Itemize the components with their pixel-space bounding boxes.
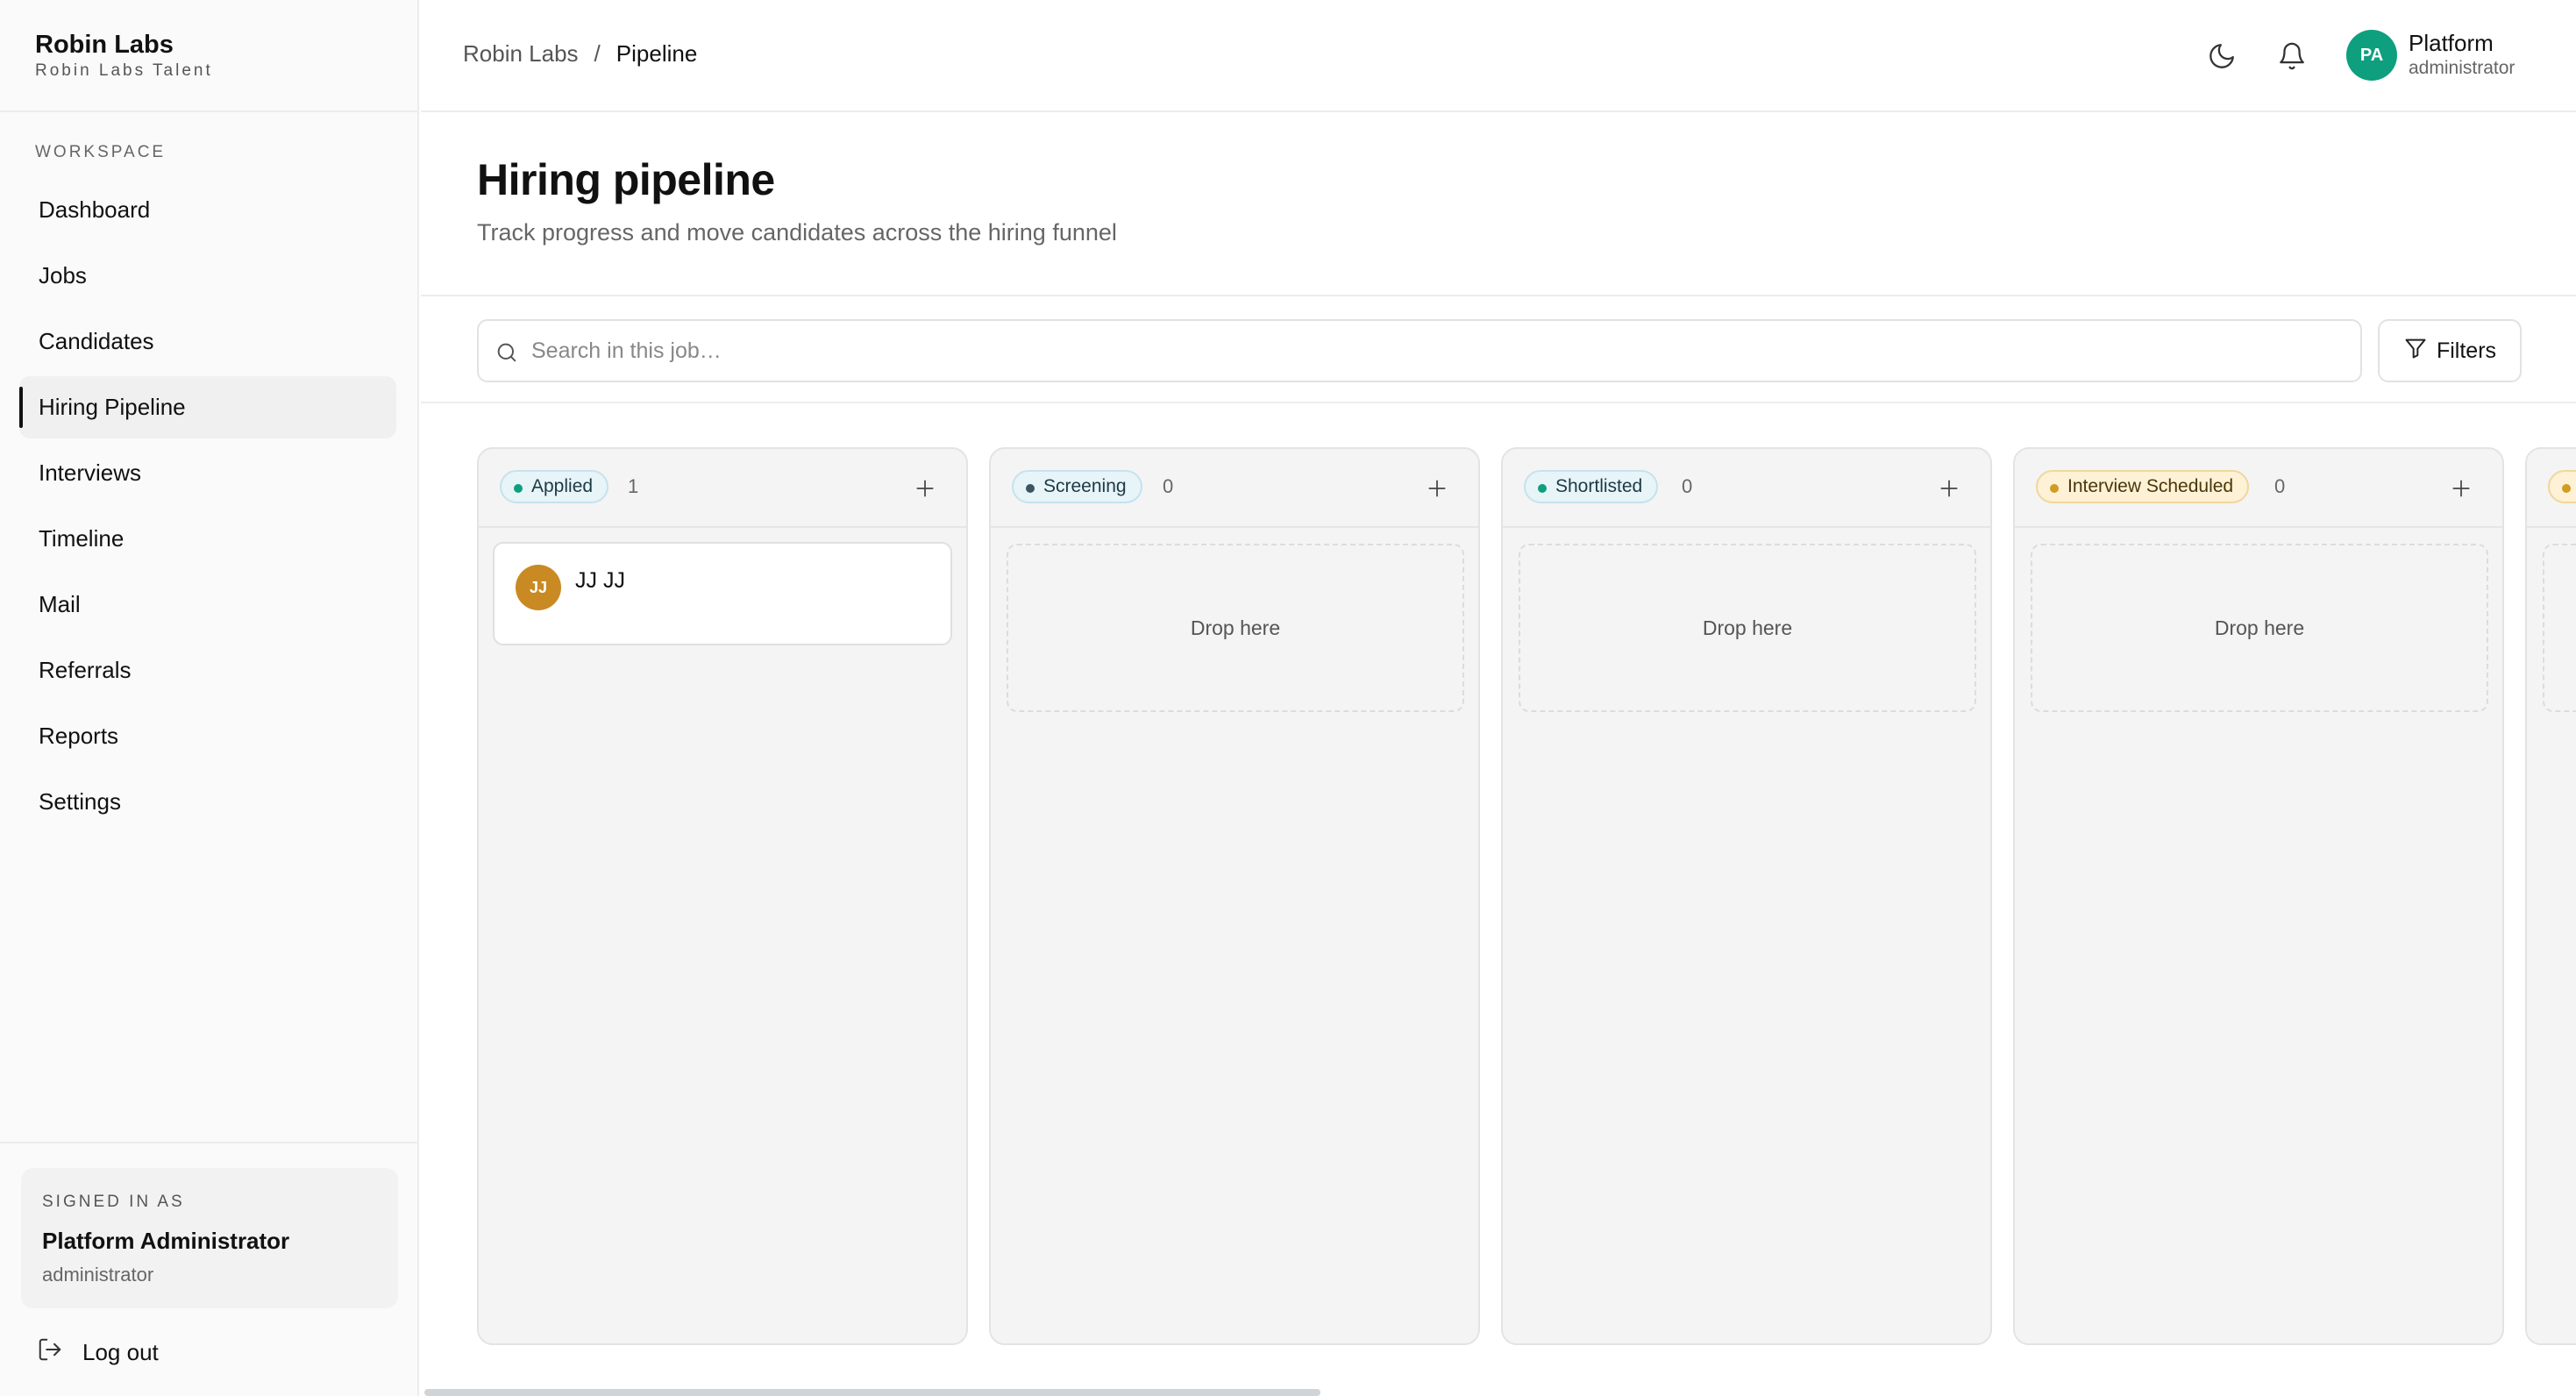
sidebar: Robin Labs Robin Labs Talent WORKSPACE D… — [0, 0, 419, 1396]
sidebar-item-jobs[interactable]: Jobs — [19, 245, 396, 307]
column-header: Interview Scheduled 0 — [2015, 449, 2502, 528]
stage-count: 0 — [1163, 475, 1174, 497]
column-header: Applied 1 — [479, 449, 966, 528]
plus-icon[interactable] — [914, 477, 936, 500]
sidebar-item-referrals[interactable]: Referrals — [19, 639, 396, 702]
page-header: Hiring pipeline Track progress and move … — [421, 114, 2576, 296]
toolbar: Filters — [421, 298, 2576, 403]
search-box[interactable] — [477, 319, 2362, 382]
avatar[interactable]: PA — [2346, 30, 2397, 81]
logout-icon — [37, 1336, 63, 1369]
topbar: Robin Labs / Pipeline — [421, 0, 2576, 112]
column-applied[interactable]: Applied 1 JJ JJ JJ — [477, 447, 968, 1345]
drop-zone[interactable] — [2543, 544, 2576, 712]
column-interview-scheduled[interactable]: Interview Scheduled 0 Drop here — [2013, 447, 2504, 1345]
breadcrumb-root[interactable]: Robin Labs — [463, 40, 579, 68]
column-screening[interactable]: Screening 0 Drop here — [989, 447, 1480, 1345]
user-name[interactable]: Platform — [2409, 30, 2494, 57]
sidebar-item-candidates[interactable]: Candidates — [19, 310, 396, 373]
column-header: Screening 0 — [991, 449, 1478, 528]
stage-label: Screening — [1043, 476, 1127, 496]
signed-in-card: SIGNED IN AS Platform Administrator admi… — [21, 1168, 398, 1308]
sidebar-item-mail[interactable]: Mail — [19, 573, 396, 636]
brand-subtitle: Robin Labs Talent — [35, 61, 213, 80]
stage-label: Applied — [531, 476, 594, 496]
page-subtitle: Track progress and move candidates acros… — [477, 219, 1117, 246]
search-icon — [495, 340, 519, 369]
stage-badge: Applied — [500, 470, 609, 503]
sidebar-item-timeline[interactable]: Timeline — [19, 508, 396, 570]
moon-icon[interactable] — [2202, 37, 2241, 75]
drop-zone[interactable]: Drop here — [2031, 544, 2488, 712]
plus-icon[interactable] — [1426, 477, 1448, 500]
filters-label: Filters — [2436, 338, 2497, 363]
candidate-name: JJ JJ — [575, 568, 625, 593]
stage-badge: Screening — [1012, 470, 1142, 503]
user-role: administrator — [2409, 58, 2516, 78]
column-header — [2527, 449, 2576, 528]
plus-icon[interactable] — [1938, 477, 1960, 500]
drop-zone[interactable]: Drop here — [1519, 544, 1976, 712]
sidebar-item-settings[interactable]: Settings — [19, 771, 396, 833]
brand-title: Robin Labs — [35, 31, 174, 59]
column-next-partial[interactable] — [2525, 447, 2576, 1345]
sidebar-item-interviews[interactable]: Interviews — [19, 442, 396, 504]
candidate-avatar: JJ — [516, 565, 561, 610]
sidebar-item-reports[interactable]: Reports — [19, 705, 396, 767]
sidebar-footer: SIGNED IN AS Platform Administrator admi… — [0, 1142, 419, 1365]
bell-icon[interactable] — [2273, 37, 2311, 75]
breadcrumb-current: Pipeline — [616, 40, 698, 67]
nav-section-label: WORKSPACE — [35, 143, 167, 161]
stage-badge — [2548, 470, 2576, 503]
search-input[interactable] — [531, 331, 2338, 370]
sidebar-item-dashboard[interactable]: Dashboard — [19, 179, 396, 241]
filters-button[interactable]: Filters — [2378, 319, 2522, 382]
column-header: Shortlisted 0 — [1503, 449, 1990, 528]
logout-label: Log out — [82, 1339, 159, 1365]
status-dot — [1026, 484, 1035, 493]
stage-label: Interview Scheduled — [2067, 476, 2234, 496]
filter-icon — [2403, 336, 2428, 367]
breadcrumb-separator: / — [594, 40, 601, 67]
candidate-card[interactable]: JJ JJ JJ — [493, 542, 952, 645]
logout-button[interactable]: Log out — [37, 1336, 159, 1369]
status-dot — [2562, 484, 2571, 493]
stage-count: 0 — [2274, 475, 2286, 497]
signed-in-label: SIGNED IN AS — [42, 1193, 185, 1211]
breadcrumb: Robin Labs / Pipeline — [463, 40, 697, 68]
stage-count: 1 — [628, 475, 639, 497]
stage-badge: Interview Scheduled — [2036, 470, 2250, 503]
stage-count: 0 — [1682, 475, 1693, 497]
status-dot — [514, 484, 523, 493]
status-dot — [2050, 484, 2059, 493]
pipeline-board: Applied 1 JJ JJ JJ Screening 0 Drop here… — [421, 405, 2576, 1396]
stage-badge: Shortlisted — [1524, 470, 1659, 503]
sidebar-item-hiring-pipeline[interactable]: Hiring Pipeline — [19, 376, 396, 438]
signed-in-name: Platform Administrator — [42, 1228, 290, 1254]
sidebar-nav: Dashboard Jobs Candidates Hiring Pipelin… — [19, 179, 396, 837]
stage-label: Shortlisted — [1555, 476, 1643, 496]
page-title: Hiring pipeline — [477, 155, 775, 204]
plus-icon[interactable] — [2450, 477, 2473, 500]
horizontal-scrollbar[interactable] — [424, 1389, 1320, 1396]
signed-in-role: administrator — [42, 1264, 154, 1286]
brand[interactable]: Robin Labs Robin Labs Talent — [0, 0, 417, 112]
column-shortlisted[interactable]: Shortlisted 0 Drop here — [1501, 447, 1992, 1345]
status-dot — [1538, 484, 1547, 493]
drop-zone[interactable]: Drop here — [1007, 544, 1464, 712]
